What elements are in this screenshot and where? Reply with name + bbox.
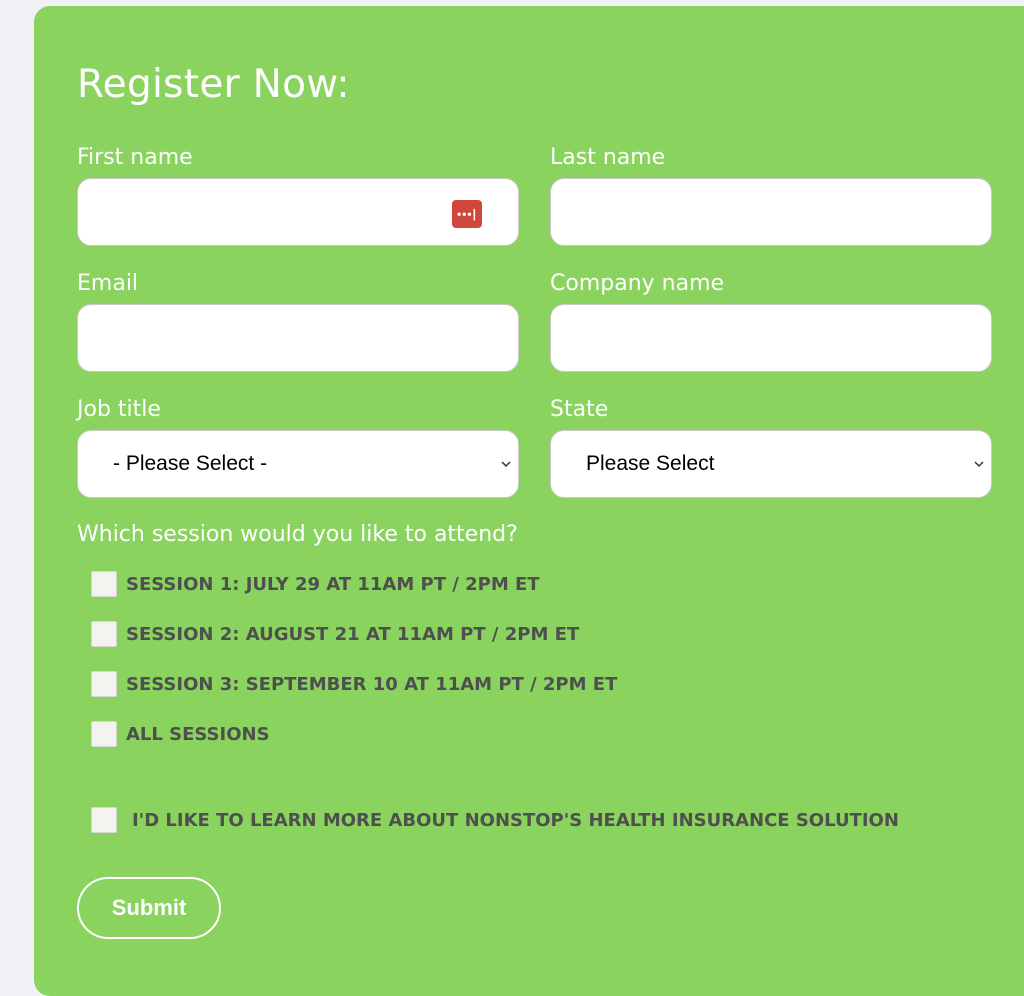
learn-more-checkbox[interactable]: [91, 807, 117, 833]
session-2-option: SESSION 2: AUGUST 21 AT 11AM PT / 2PM ET: [91, 621, 579, 647]
session-2-label[interactable]: SESSION 2: AUGUST 21 AT 11AM PT / 2PM ET: [126, 624, 579, 645]
session-3-option: SESSION 3: SEPTEMBER 10 AT 11AM PT / 2PM…: [91, 671, 617, 697]
first-name-field-wrapper: •••|: [77, 178, 519, 246]
state-select[interactable]: Please Select: [550, 430, 992, 498]
submit-button[interactable]: Submit: [77, 877, 221, 939]
last-name-input[interactable]: [551, 179, 991, 245]
session-1-label[interactable]: SESSION 1: JULY 29 AT 11AM PT / 2PM ET: [126, 574, 540, 595]
chevron-down-icon: [501, 461, 511, 468]
learn-more-option: I'D LIKE TO LEARN MORE ABOUT NONSTOP'S H…: [91, 807, 899, 833]
chevron-down-icon: [974, 461, 984, 468]
session-2-checkbox[interactable]: [91, 621, 117, 647]
first-name-label: First name: [77, 145, 193, 170]
email-field-wrapper: [77, 304, 519, 372]
session-3-label[interactable]: SESSION 3: SEPTEMBER 10 AT 11AM PT / 2PM…: [126, 674, 617, 695]
job-title-label: Job title: [77, 397, 161, 422]
state-selected-value: Please Select: [586, 452, 715, 475]
company-field-wrapper: [550, 304, 992, 372]
session-3-checkbox[interactable]: [91, 671, 117, 697]
job-title-selected-value: - Please Select -: [113, 452, 268, 475]
email-label: Email: [77, 271, 139, 296]
password-manager-icon[interactable]: •••|: [452, 200, 482, 228]
email-input[interactable]: [78, 305, 518, 371]
last-name-field-wrapper: [550, 178, 992, 246]
session-question: Which session would you like to attend?: [77, 522, 518, 547]
last-name-label: Last name: [550, 145, 666, 170]
job-title-select[interactable]: - Please Select -: [77, 430, 519, 498]
form-title: Register Now:: [77, 62, 350, 107]
all-sessions-label[interactable]: ALL SESSIONS: [126, 724, 270, 745]
state-label: State: [550, 397, 609, 422]
all-sessions-option: ALL SESSIONS: [91, 721, 270, 747]
session-1-option: SESSION 1: JULY 29 AT 11AM PT / 2PM ET: [91, 571, 540, 597]
learn-more-label[interactable]: I'D LIKE TO LEARN MORE ABOUT NONSTOP'S H…: [132, 810, 899, 831]
company-name-label: Company name: [550, 271, 725, 296]
session-1-checkbox[interactable]: [91, 571, 117, 597]
company-name-input[interactable]: [551, 305, 991, 371]
all-sessions-checkbox[interactable]: [91, 721, 117, 747]
